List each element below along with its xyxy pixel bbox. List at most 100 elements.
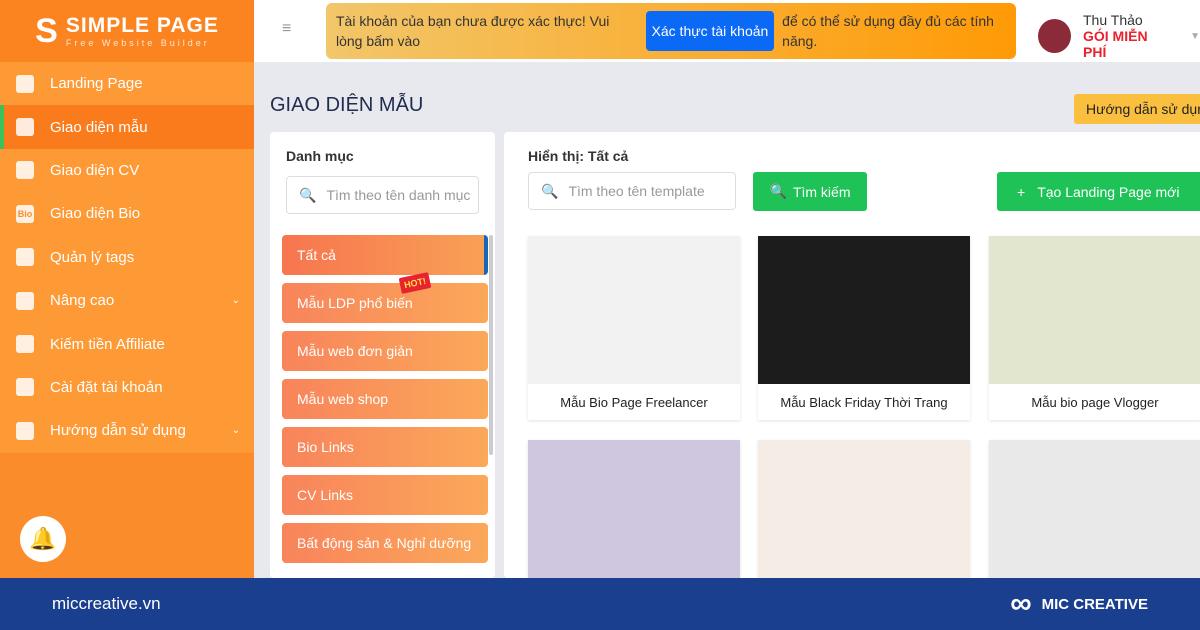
new-button-label: Tạo Landing Page mới xyxy=(1037,183,1180,200)
verify-alert: Tài khoản của bạn chưa được xác thực! Vu… xyxy=(326,3,1016,59)
sidebar-menu: Landing Page Giao diện mẫu Giao diện CV Bio… xyxy=(0,62,254,453)
template-card[interactable]: Mẫu bio page Vlogger xyxy=(989,236,1200,420)
template-name: Mẫu Bio Page Freelancer xyxy=(560,394,708,410)
template-icon xyxy=(16,118,34,137)
new-landing-page-button[interactable]: + Tạo Landing Page mới xyxy=(997,172,1200,211)
guide-button[interactable]: Hướng dẫn sử dụng xyxy=(1074,94,1200,124)
category-item[interactable]: CV Links xyxy=(282,475,488,515)
user-plan: GÓI MIỄN PHÍ xyxy=(1083,28,1148,60)
copy-icon xyxy=(16,335,34,354)
hot-badge: HOT! xyxy=(398,272,432,294)
category-item[interactable]: Mẫu web shop xyxy=(282,379,488,419)
template-thumbnail[interactable] xyxy=(528,236,740,384)
sidebar-item[interactable]: Bio Giao diện Bio xyxy=(0,192,254,235)
sidebar-item[interactable]: Kiếm tiền Affiliate xyxy=(0,322,254,365)
logo[interactable]: S SIMPLE PAGE Free Website Builder xyxy=(0,0,254,62)
user-name: Thu Thảo xyxy=(1083,12,1143,28)
template-thumbnail[interactable] xyxy=(989,236,1200,384)
template-thumbnail[interactable] xyxy=(528,440,740,578)
search-placeholder: Tìm theo tên danh mục xyxy=(326,187,471,203)
page-title: GIAO DIỆN MẪU xyxy=(270,94,424,116)
bell-icon[interactable]: 🔔 xyxy=(20,516,66,562)
template-panel: Hiển thị: Tất cả 🔍 Tìm theo tên template … xyxy=(504,132,1200,578)
template-thumbnail[interactable] xyxy=(989,440,1200,578)
sidebar-item-label: Cài đặt tài khoản xyxy=(50,378,163,396)
template-card[interactable]: Mẫu Bio Page Freelancer xyxy=(528,236,740,420)
brand-name: MIC CREATIVE xyxy=(1041,595,1148,613)
menu-toggle-icon[interactable]: ≡ xyxy=(282,20,291,38)
category-item[interactable]: Mẫu LDP phổ biến HOT! xyxy=(282,272,488,323)
template-name: Mẫu bio page Vlogger xyxy=(1031,394,1159,410)
sidebar-item-label: Giao diện mẫu xyxy=(50,118,148,136)
category-label: Bio Links xyxy=(297,439,354,455)
gear-icon xyxy=(16,378,34,397)
help-icon xyxy=(16,421,34,440)
chevron-down-icon: ⌄ xyxy=(231,295,240,307)
logo-subtitle: Free Website Builder xyxy=(65,38,210,48)
sidebar-item-label: Hướng dẫn sử dụng xyxy=(50,422,186,440)
plus-circle-icon xyxy=(16,291,34,310)
id-card-icon xyxy=(16,161,34,180)
category-item[interactable]: Mẫu web đơn giản xyxy=(282,331,488,371)
template-card[interactable] xyxy=(758,440,970,578)
category-item[interactable]: Bio Links xyxy=(282,427,488,467)
sidebar-item[interactable]: Quản lý tags xyxy=(0,236,254,279)
logo-s-icon: S xyxy=(35,11,58,50)
alert-text-after: để có thể sử dụng đầy đủ các tính năng. xyxy=(782,13,994,49)
sidebar-item-label: Landing Page xyxy=(50,75,143,93)
scrollbar[interactable] xyxy=(489,235,493,455)
sidebar-item[interactable]: Landing Page xyxy=(0,62,254,105)
sidebar-item[interactable]: Cài đặt tài khoản xyxy=(0,366,254,409)
logo-title: SIMPLE PAGE xyxy=(65,14,219,37)
list-icon xyxy=(16,248,34,267)
sidebar-item-label: Giao diện CV xyxy=(50,161,140,179)
category-label: Mẫu web shop xyxy=(297,391,389,407)
template-card[interactable] xyxy=(528,440,740,578)
sidebar-item[interactable]: Giao diện CV xyxy=(0,149,254,192)
template-name: Mẫu Black Friday Thời Trang xyxy=(780,394,948,410)
category-label: Mẫu web đơn giản xyxy=(297,343,413,359)
alert-text: Tài khoản của bạn chưa được xác thực! Vu… xyxy=(336,13,610,49)
template-thumbnail[interactable] xyxy=(758,440,970,578)
bio-icon: Bio xyxy=(16,204,34,223)
category-panel: Danh mục 🔍 Tìm theo tên danh mục Tất cả Mẫ… xyxy=(270,132,495,578)
category-label: Bất động sản & Nghỉ dưỡng xyxy=(297,535,472,551)
sidebar-item[interactable]: Nâng cao ⌄ xyxy=(0,279,254,322)
template-thumbnail[interactable] xyxy=(758,236,970,384)
search-icon: 🔍 xyxy=(769,183,787,199)
template-search-input[interactable]: 🔍 Tìm theo tên template xyxy=(528,172,736,210)
sidebar-item-label: Giao diện Bio xyxy=(50,205,141,223)
templates-heading: Hiển thị: Tất cả xyxy=(528,148,629,164)
search-button-label: Tìm kiếm xyxy=(792,183,851,200)
sidebar-item-label: Kiếm tiền Affiliate xyxy=(50,335,165,353)
chevron-down-icon: ⌄ xyxy=(231,425,240,437)
category-item[interactable]: Bất động sản & Nghỉ dưỡng xyxy=(282,523,488,563)
search-placeholder: Tìm theo tên template xyxy=(568,183,705,199)
category-label: CV Links xyxy=(297,487,354,503)
template-card[interactable] xyxy=(989,440,1200,578)
box-icon xyxy=(16,74,34,93)
category-list: Tất cả Mẫu LDP phổ biến HOT! Mẫu web đơn gi… xyxy=(282,235,488,571)
topbar: ≡ Tài khoản của bạn chưa được xác thực! … xyxy=(254,0,1200,62)
sidebar-item[interactable]: Giao diện mẫu xyxy=(0,105,254,149)
sidebar-item-label: Quản lý tags xyxy=(50,248,135,266)
caret-down-icon[interactable]: ▼ xyxy=(1190,31,1200,42)
category-label: Tất cả xyxy=(297,247,336,263)
search-button[interactable]: 🔍 Tìm kiếm xyxy=(753,172,867,211)
footer-site: miccreative.vn xyxy=(52,594,161,613)
category-heading: Danh mục xyxy=(286,148,354,164)
mic-logo-icon: ∞ xyxy=(1010,587,1032,620)
search-icon: 🔍 xyxy=(299,186,317,203)
plus-icon: + xyxy=(1017,183,1026,200)
search-icon: 🔍 xyxy=(541,182,559,199)
footer: miccreative.vn ∞ MIC CREATIVE xyxy=(0,578,1200,630)
user-menu[interactable]: Thu Thảo GÓI MIỄN PHÍ ▼ xyxy=(1038,12,1200,60)
category-search-input[interactable]: 🔍 Tìm theo tên danh mục xyxy=(286,176,479,214)
category-label: Mẫu LDP phổ biến xyxy=(297,295,413,311)
sidebar-item-label: Nâng cao xyxy=(50,292,115,310)
sidebar-item[interactable]: Hướng dẫn sử dụng ⌄ xyxy=(0,409,254,452)
category-item[interactable]: Tất cả xyxy=(282,235,488,275)
template-card[interactable]: Mẫu Black Friday Thời Trang xyxy=(758,236,970,420)
avatar xyxy=(1038,19,1071,53)
verify-account-button[interactable]: Xác thực tài khoản xyxy=(645,11,775,51)
